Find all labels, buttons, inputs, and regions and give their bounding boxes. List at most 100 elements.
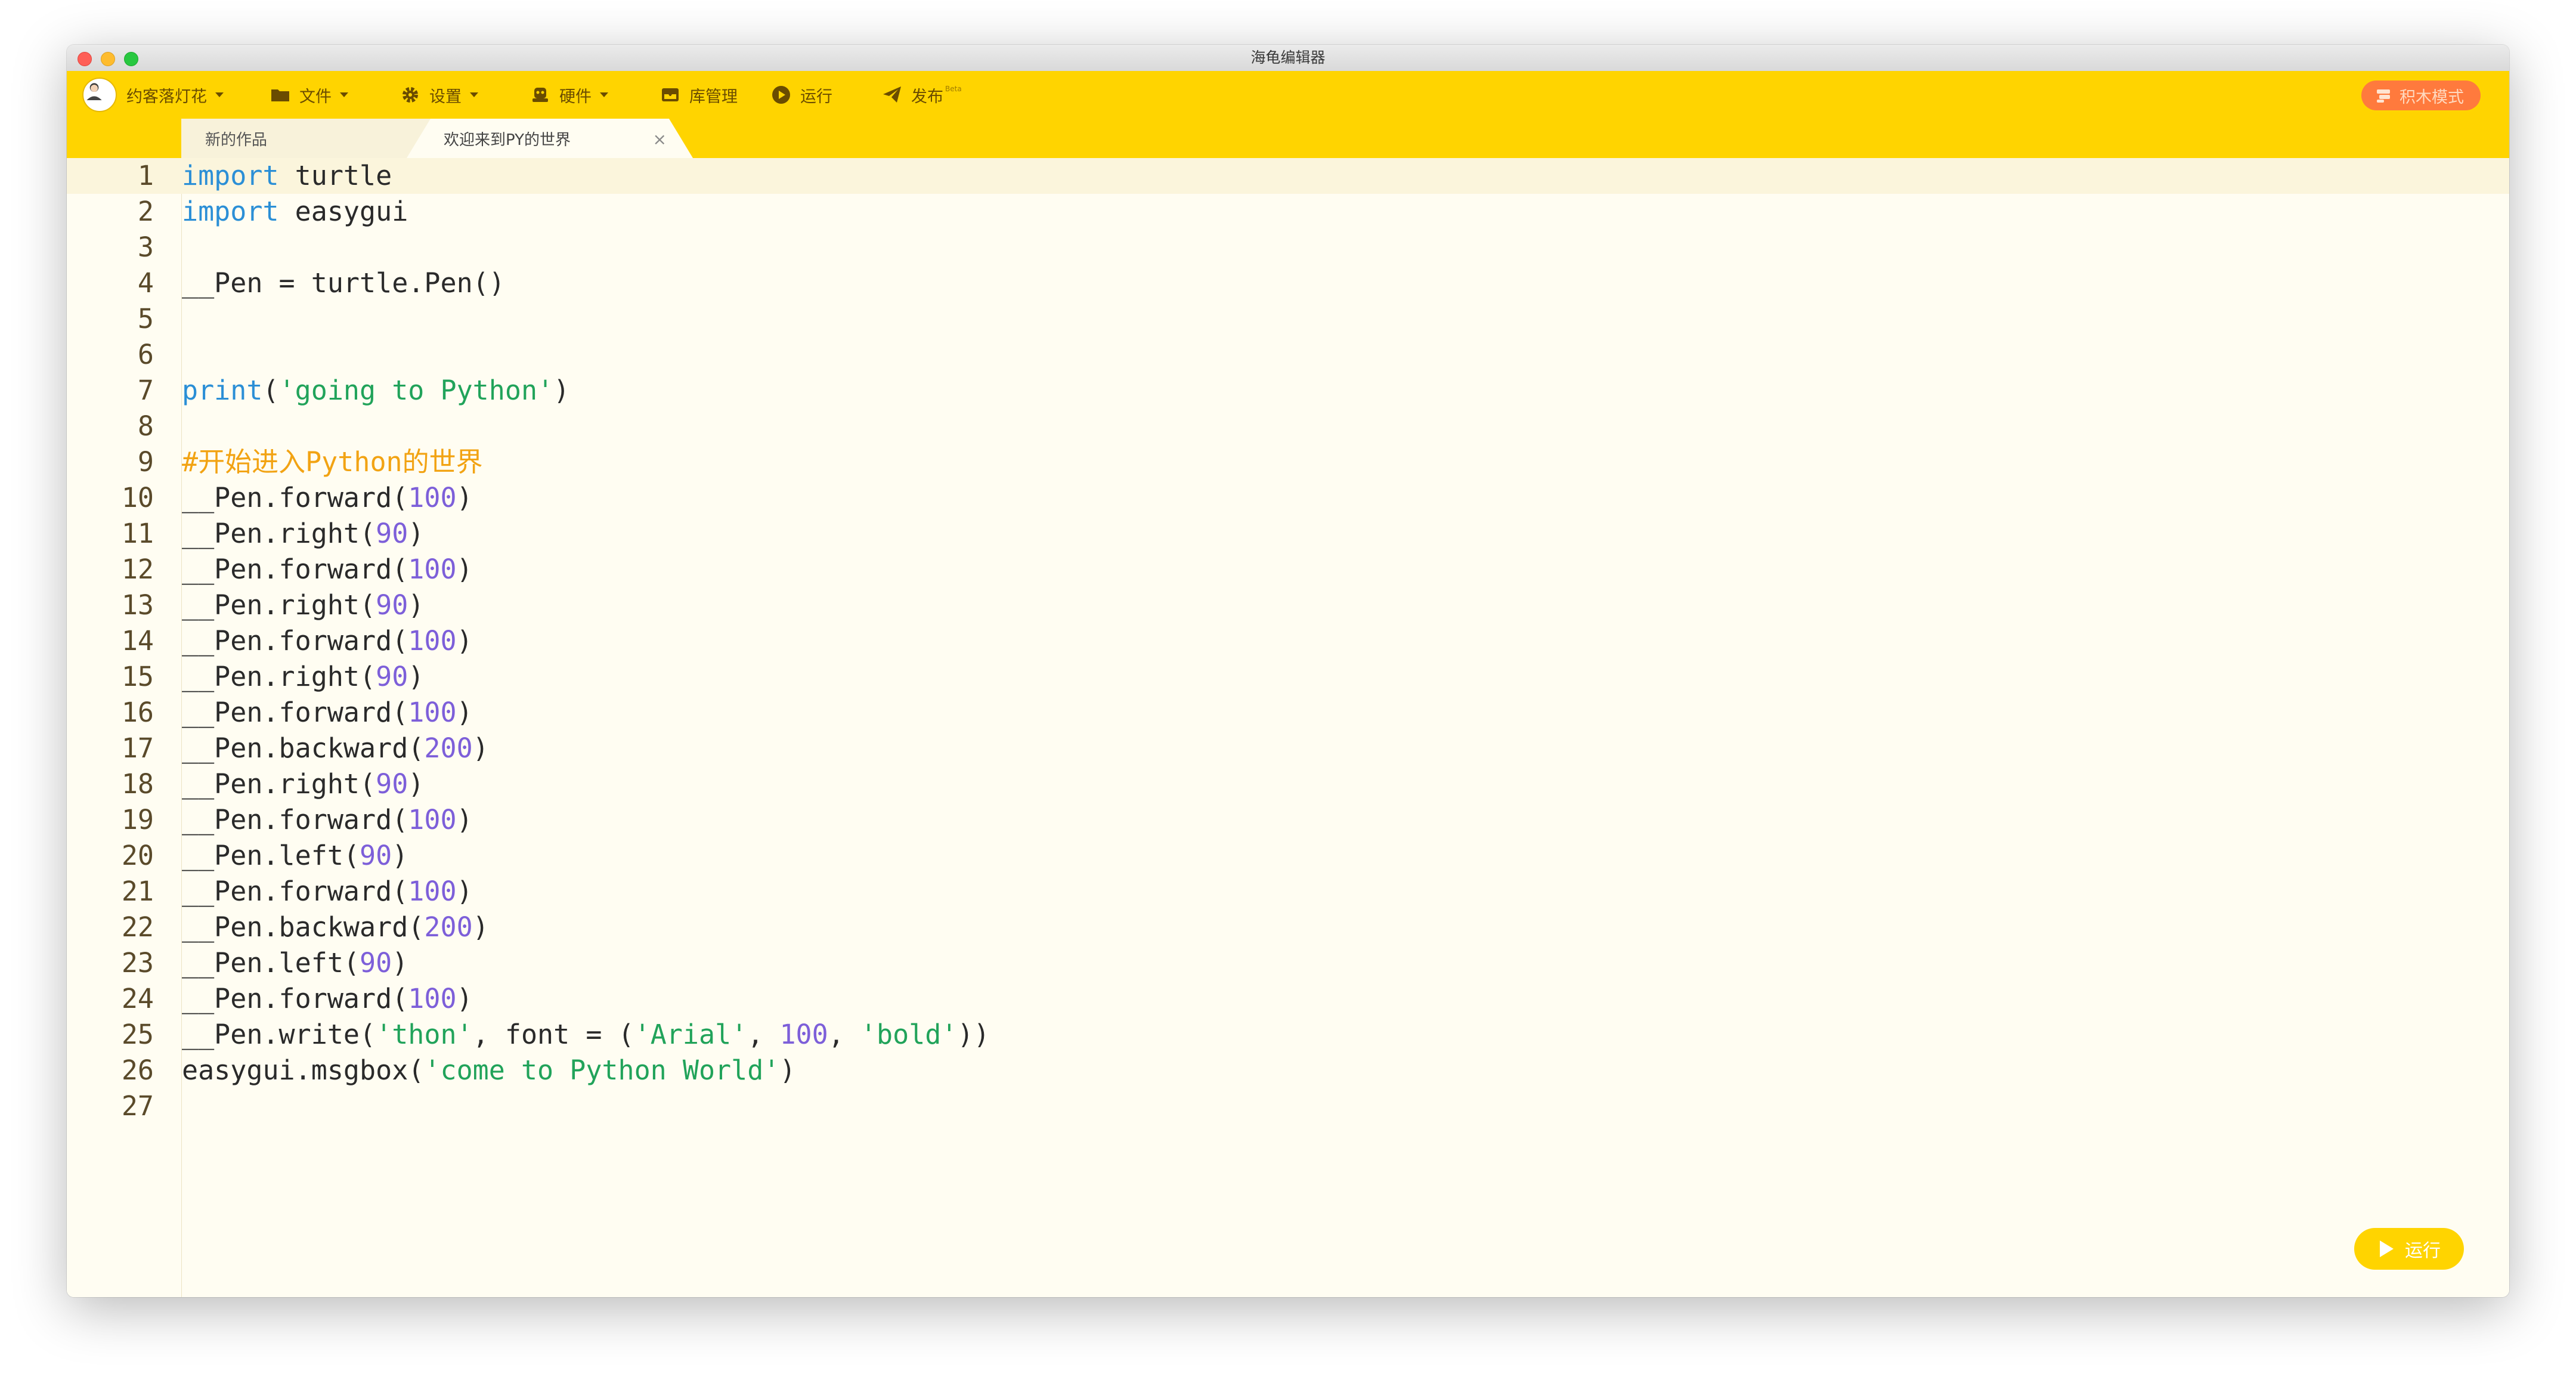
code-editor[interactable]: 1 import turtle 2 import easygui 3 4 __Pen = t… <box>67 158 2509 1297</box>
code-token: #开始进入Python的世界 <box>182 446 483 478</box>
line-number: 12 <box>121 553 154 585</box>
code-token: import <box>182 160 279 191</box>
code-token: ) <box>408 768 425 800</box>
code-line[interactable]: 11 __Pen.right(90) <box>67 516 2509 552</box>
code-line[interactable]: 22 __Pen.backward(200) <box>67 909 2509 945</box>
code-token: easygui <box>278 196 408 227</box>
code-line[interactable]: 17 __Pen.backward(200) <box>67 731 2509 766</box>
inbox-icon <box>662 88 679 101</box>
code-token: ) <box>456 697 473 728</box>
line-number: 13 <box>121 589 154 621</box>
line-source: easygui.msgbox('come to Python World') <box>182 1053 796 1088</box>
tab-label: 新的作品 <box>205 131 268 149</box>
line-number: 22 <box>121 911 154 943</box>
line-source: __Pen.right(90) <box>182 659 424 695</box>
code-token: ) <box>779 1054 796 1086</box>
code-line[interactable]: 16 __Pen.forward(100) <box>67 695 2509 731</box>
code-token: easygui.msgbox( <box>182 1054 425 1086</box>
user-avatar-icon <box>86 83 102 100</box>
code-line[interactable]: 19 __Pen.forward(100) <box>67 802 2509 838</box>
play-circle-icon <box>772 86 790 104</box>
line-number: 2 <box>137 196 154 227</box>
code-line[interactable]: 6 <box>67 337 2509 373</box>
code-line[interactable]: 4 __Pen = turtle.Pen() <box>67 265 2509 301</box>
code-token: ) <box>456 553 473 585</box>
code-line[interactable]: 1 import turtle <box>67 158 2509 194</box>
line-number: 23 <box>121 947 154 979</box>
tab-label: 欢迎来到PY的世界 <box>444 131 571 149</box>
line-number: 25 <box>121 1019 154 1050</box>
code-line[interactable]: 3 <box>67 230 2509 265</box>
code-token: import <box>182 196 279 227</box>
line-number: 4 <box>137 267 154 299</box>
code-line[interactable]: 27 <box>67 1088 2509 1124</box>
code-token: ) <box>472 732 489 764</box>
code-line[interactable]: 18 __Pen.right(90) <box>67 766 2509 802</box>
code-line[interactable]: 9 #开始进入Python的世界 <box>67 444 2509 480</box>
code-token: __Pen.right( <box>182 518 376 549</box>
code-line[interactable]: 23 __Pen.left(90) <box>67 945 2509 981</box>
run-button[interactable]: 运行 <box>2354 1228 2464 1270</box>
code-line[interactable]: 14 __Pen.forward(100) <box>67 623 2509 659</box>
chevron-down-icon <box>340 92 348 97</box>
code-token: ) <box>456 875 473 907</box>
paper-plane-icon <box>883 86 901 103</box>
code-token: )) <box>957 1019 990 1050</box>
code-line[interactable]: 10 __Pen.forward(100) <box>67 480 2509 516</box>
hardware-menu[interactable]: 硬件 <box>530 71 608 119</box>
line-source: __Pen.left(90) <box>182 945 408 981</box>
code-token: 90 <box>376 589 408 621</box>
code-line[interactable]: 7 print('going to Python') <box>67 373 2509 409</box>
code-line[interactable]: 24 __Pen.forward(100) <box>67 981 2509 1017</box>
code-area[interactable]: 1 import turtle 2 import easygui 3 4 __Pen = t… <box>67 158 2509 1124</box>
line-source: #开始进入Python的世界 <box>182 444 483 480</box>
hardware-menu-label: 硬件 <box>559 87 592 106</box>
code-line[interactable]: 13 __Pen.right(90) <box>67 587 2509 623</box>
code-token: __Pen.left( <box>182 840 360 871</box>
code-line[interactable]: 26 easygui.msgbox('come to Python World') <box>67 1053 2509 1088</box>
code-line[interactable]: 2 import easygui <box>67 194 2509 230</box>
code-token: 100 <box>408 553 457 585</box>
line-source: __Pen = turtle.Pen() <box>182 265 505 301</box>
line-number: 16 <box>121 697 154 728</box>
line-source: __Pen.forward(100) <box>182 623 473 659</box>
code-token: print <box>182 375 263 406</box>
blocks-mode-button[interactable]: 积木模式 <box>2361 81 2481 110</box>
code-token: ) <box>392 840 408 871</box>
publish-button[interactable]: 发布 Beta <box>881 71 962 119</box>
code-token: __Pen.left( <box>182 947 360 979</box>
tab-welcome-py[interactable]: 欢迎来到PY的世界 × <box>407 119 693 158</box>
code-line[interactable]: 20 __Pen.left(90) <box>67 838 2509 874</box>
code-token: 200 <box>424 732 473 764</box>
window-title: 海龟编辑器 <box>1250 49 1326 66</box>
blocks-icon <box>2377 89 2390 103</box>
code-token: 'thon' <box>376 1019 473 1050</box>
code-line[interactable]: 21 __Pen.forward(100) <box>67 874 2509 909</box>
code-token: ) <box>408 661 425 692</box>
avatar <box>82 78 117 112</box>
library-manager-button[interactable]: 库管理 <box>660 71 738 119</box>
code-token: 100 <box>408 482 457 513</box>
code-line[interactable]: 8 <box>67 409 2509 444</box>
code-line[interactable]: 12 __Pen.forward(100) <box>67 552 2509 587</box>
settings-menu[interactable]: 设置 <box>400 71 478 119</box>
code-token: __Pen.forward( <box>182 482 408 513</box>
line-number: 27 <box>121 1090 154 1122</box>
user-menu[interactable]: 约客落灯花 <box>82 71 224 119</box>
code-line[interactable]: 15 __Pen.right(90) <box>67 659 2509 695</box>
line-number: 5 <box>137 303 154 335</box>
line-source: __Pen.right(90) <box>182 516 424 552</box>
code-token: ) <box>456 804 473 836</box>
code-line[interactable]: 5 <box>67 301 2509 337</box>
run-toolbar-button[interactable]: 运行 <box>770 71 832 119</box>
code-token: __Pen.forward( <box>182 983 408 1014</box>
code-token: 100 <box>408 625 457 657</box>
code-token: ) <box>408 518 425 549</box>
hardware-icon <box>532 88 548 102</box>
line-source: __Pen.left(90) <box>182 838 408 874</box>
line-source: print('going to Python') <box>182 373 569 409</box>
line-source: __Pen.forward(100) <box>182 981 473 1017</box>
code-line[interactable]: 25 __Pen.write('thon', font = ('Arial', 1… <box>67 1017 2509 1053</box>
file-menu[interactable]: 文件 <box>270 71 348 119</box>
close-icon[interactable]: × <box>653 129 667 149</box>
